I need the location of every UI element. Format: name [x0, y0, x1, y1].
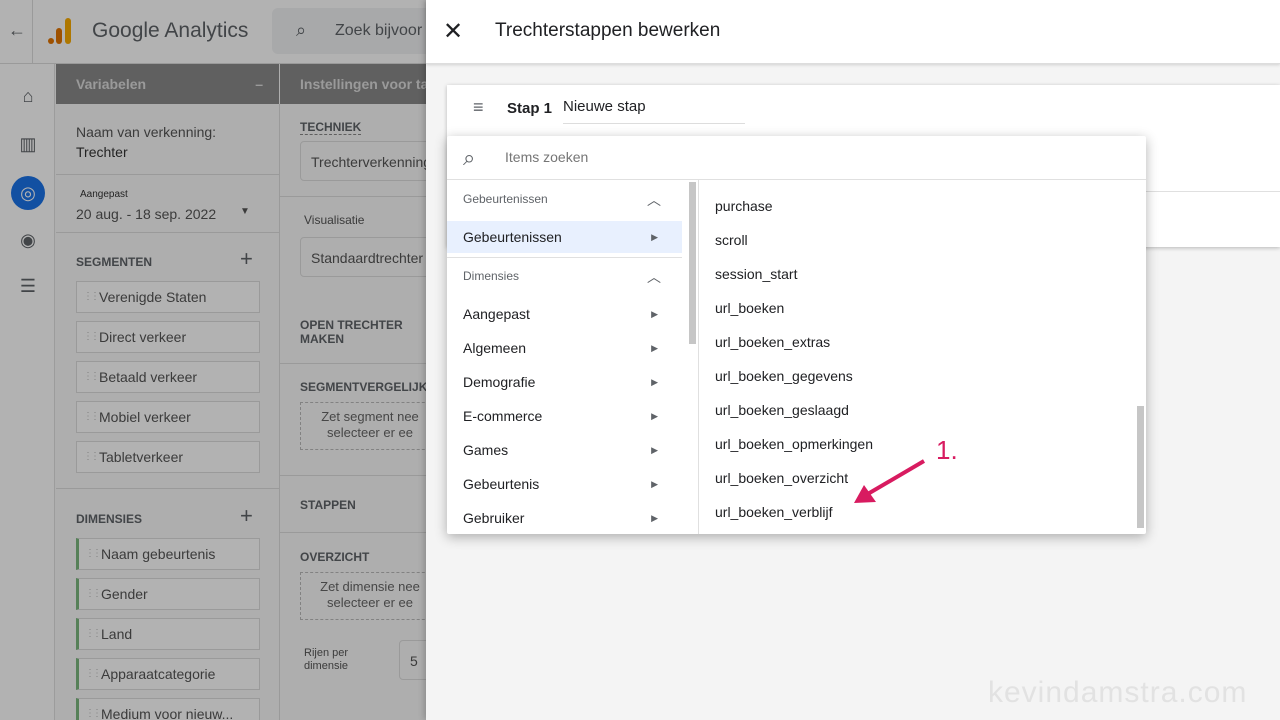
category-item[interactable]: E-commerce ▶: [447, 400, 682, 432]
event-item[interactable]: purchase: [715, 198, 773, 214]
item-picker-dropdown: ⌕ Gebeurtenissen︿ Gebeurtenissen▶ Dimens…: [447, 136, 1146, 534]
chevron-right-icon: ▶: [651, 513, 658, 523]
event-item[interactable]: url_boeken_overzicht: [715, 470, 848, 486]
category-item[interactable]: Algemeen ▶: [447, 332, 682, 364]
event-item[interactable]: session_start: [715, 266, 797, 282]
group-header-gebeurtenissen[interactable]: Gebeurtenissen ︿: [463, 192, 661, 208]
search-icon: ⌕: [463, 145, 476, 170]
chevron-right-icon: ▶: [651, 377, 658, 387]
annotation-label: 1.: [936, 435, 958, 465]
chevron-right-icon: ▶: [651, 232, 658, 242]
step-name-input[interactable]: Nieuwe stap: [563, 98, 745, 124]
event-item[interactable]: url_boeken_verblijf: [715, 504, 833, 520]
chevron-right-icon: ▶: [651, 343, 658, 353]
category-item[interactable]: Games ▶: [447, 434, 682, 466]
panel-title: Trechterstappen bewerken: [495, 20, 721, 41]
chevron-right-icon: ▶: [651, 479, 658, 489]
watermark: kevindamstra.com: [988, 676, 1248, 709]
category-gebeurtenissen[interactable]: Gebeurtenissen ▶: [447, 221, 682, 253]
event-item[interactable]: url_boeken_geslaagd: [715, 402, 849, 418]
annotation-arrow-icon: [854, 459, 926, 503]
edit-funnel-steps-panel: ✕ Trechterstappen bewerken ≡ Stap 1 Nieu…: [426, 0, 1280, 720]
chevron-right-icon: ▶: [651, 411, 658, 421]
panel-header: ✕ Trechterstappen bewerken: [426, 0, 1280, 64]
category-item[interactable]: Gebruiker ▶: [447, 502, 682, 534]
close-icon[interactable]: ✕: [443, 17, 463, 46]
event-item[interactable]: url_boeken_gegevens: [715, 368, 853, 384]
event-item[interactable]: scroll: [715, 232, 748, 248]
category-item[interactable]: Aangepast ▶: [447, 298, 682, 330]
event-item[interactable]: url_boeken_extras: [715, 334, 830, 350]
modal-scrim[interactable]: [0, 0, 430, 720]
step-label: Stap 1: [507, 100, 553, 117]
items-search-input[interactable]: [505, 144, 1105, 170]
group-header-dimensies[interactable]: Dimensies ︿: [463, 269, 661, 285]
category-item[interactable]: Gebeurtenis ▶: [447, 468, 682, 500]
event-item[interactable]: url_boeken_opmerkingen: [715, 436, 873, 452]
events-scrollbar[interactable]: [1137, 406, 1144, 528]
event-item[interactable]: url_boeken: [715, 300, 784, 316]
drag-handle-icon[interactable]: ≡: [473, 97, 484, 118]
chevron-right-icon: ▶: [651, 445, 658, 455]
category-item[interactable]: Demografie ▶: [447, 366, 682, 398]
category-scrollbar[interactable]: [689, 182, 696, 344]
chevron-right-icon: ▶: [651, 309, 658, 319]
